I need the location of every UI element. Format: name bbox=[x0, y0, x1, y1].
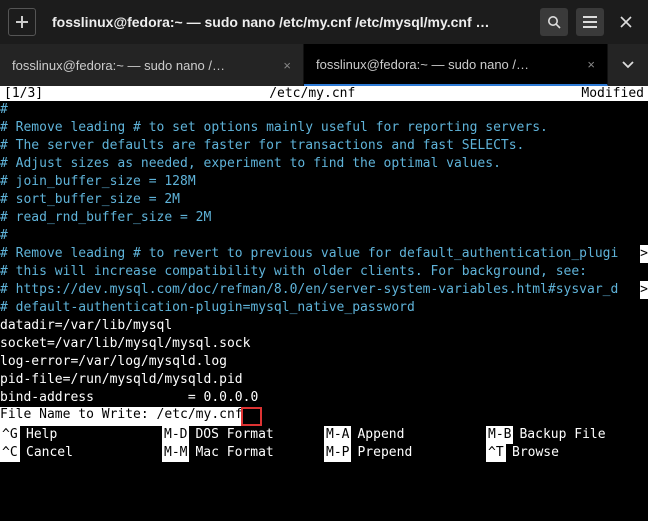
new-tab-button[interactable] bbox=[8, 8, 36, 36]
search-button[interactable] bbox=[540, 8, 568, 36]
nano-shortcuts: ^GHelpM-DDOS FormatM-AAppendM-BBackup Fi… bbox=[0, 426, 648, 462]
editor-line: socket=/var/lib/mysql/mysql.sock bbox=[0, 335, 648, 353]
tab-close-button[interactable]: × bbox=[579, 57, 595, 72]
terminal-tab[interactable]: fosslinux@fedora:~ — sudo nano /… × bbox=[304, 44, 608, 86]
shortcut-label: Help bbox=[20, 426, 57, 444]
prompt-label: File Name to Write: bbox=[0, 407, 157, 422]
window-title: fosslinux@fedora:~ — sudo nano /etc/my.c… bbox=[44, 14, 532, 30]
shortcut-label: Cancel bbox=[20, 444, 73, 462]
file-path: /etc/my.cnf bbox=[47, 86, 577, 101]
editor-line: # read_rnd_buffer_size = 2M bbox=[0, 209, 648, 227]
close-window-button[interactable] bbox=[612, 8, 640, 36]
editor-line: # this will increase compatibility with … bbox=[0, 263, 648, 281]
prompt-cursor-area bbox=[241, 407, 263, 426]
shortcut-item: ^GHelp bbox=[0, 426, 162, 444]
continuation-arrow-icon: > bbox=[640, 281, 648, 299]
shortcut-label: Prepend bbox=[351, 444, 412, 462]
editor-line: # bbox=[0, 227, 648, 245]
editor-line: datadir=/var/lib/mysql bbox=[0, 317, 648, 335]
menu-button[interactable] bbox=[576, 8, 604, 36]
shortcut-key: ^T bbox=[486, 444, 506, 462]
shortcut-key: M-B bbox=[486, 426, 513, 444]
shortcut-item: M-BBackup File bbox=[486, 426, 648, 444]
editor-line: # default-authentication-plugin=mysql_na… bbox=[0, 299, 648, 317]
tab-label: fosslinux@fedora:~ — sudo nano /… bbox=[316, 57, 579, 72]
editor-line: # The server defaults are faster for tra… bbox=[0, 137, 648, 155]
tab-bar: fosslinux@fedora:~ — sudo nano /… × foss… bbox=[0, 44, 648, 86]
nano-status-bar: [1/3] /etc/my.cnf Modified bbox=[0, 86, 648, 101]
editor-line: # Adjust sizes as needed, experiment to … bbox=[0, 155, 648, 173]
close-icon bbox=[620, 16, 632, 28]
editor-line: # Remove leading # to set options mainly… bbox=[0, 119, 648, 137]
shortcut-label: Append bbox=[351, 426, 404, 444]
editor-line: log-error=/var/log/mysqld.log bbox=[0, 353, 648, 371]
chevron-down-icon bbox=[622, 61, 634, 69]
editor-line: bind-address = 0.0.0.0 bbox=[0, 389, 648, 407]
terminal-tab[interactable]: fosslinux@fedora:~ — sudo nano /… × bbox=[0, 44, 304, 86]
shortcut-key: M-A bbox=[324, 426, 351, 444]
shortcut-label: Browse bbox=[506, 444, 559, 462]
editor-line: # join_buffer_size = 128M bbox=[0, 173, 648, 191]
shortcut-key: M-D bbox=[162, 426, 189, 444]
prompt-value: /etc/my.cnf bbox=[157, 407, 243, 422]
shortcut-label: Mac Format bbox=[189, 444, 273, 462]
write-prompt[interactable]: File Name to Write: /etc/my.cnf bbox=[0, 407, 648, 426]
editor-line: # https://dev.mysql.com/doc/refman/8.0/e… bbox=[0, 281, 648, 299]
shortcut-item: M-DDOS Format bbox=[162, 426, 324, 444]
plus-icon bbox=[16, 16, 28, 28]
tab-dropdown-button[interactable] bbox=[608, 44, 648, 86]
shortcut-label: DOS Format bbox=[189, 426, 273, 444]
shortcut-item: M-MMac Format bbox=[162, 444, 324, 462]
continuation-arrow-icon: > bbox=[640, 245, 648, 263]
shortcut-item: ^CCancel bbox=[0, 444, 162, 462]
editor-line: # bbox=[0, 101, 648, 119]
window-titlebar: fosslinux@fedora:~ — sudo nano /etc/my.c… bbox=[0, 0, 648, 44]
shortcut-key: ^C bbox=[0, 444, 20, 462]
shortcut-item: M-AAppend bbox=[324, 426, 486, 444]
tab-label: fosslinux@fedora:~ — sudo nano /… bbox=[12, 58, 275, 73]
hamburger-icon bbox=[583, 16, 597, 28]
shortcut-label: Backup File bbox=[513, 426, 605, 444]
editor-line: pid-file=/run/mysqld/mysqld.pid bbox=[0, 371, 648, 389]
editor-line: # sort_buffer_size = 2M bbox=[0, 191, 648, 209]
buffer-indicator: [1/3] bbox=[0, 86, 47, 101]
editor-line: # Remove leading # to revert to previous… bbox=[0, 245, 648, 263]
shortcut-key: ^G bbox=[0, 426, 20, 444]
shortcut-item: M-PPrepend bbox=[324, 444, 486, 462]
shortcut-key: M-M bbox=[162, 444, 189, 462]
shortcut-key: M-P bbox=[324, 444, 351, 462]
tab-close-button[interactable]: × bbox=[275, 58, 291, 73]
search-icon bbox=[547, 15, 561, 29]
modified-indicator: Modified bbox=[577, 86, 648, 101]
shortcut-item: ^TBrowse bbox=[486, 444, 648, 462]
editor-content[interactable]: ## Remove leading # to set options mainl… bbox=[0, 101, 648, 407]
